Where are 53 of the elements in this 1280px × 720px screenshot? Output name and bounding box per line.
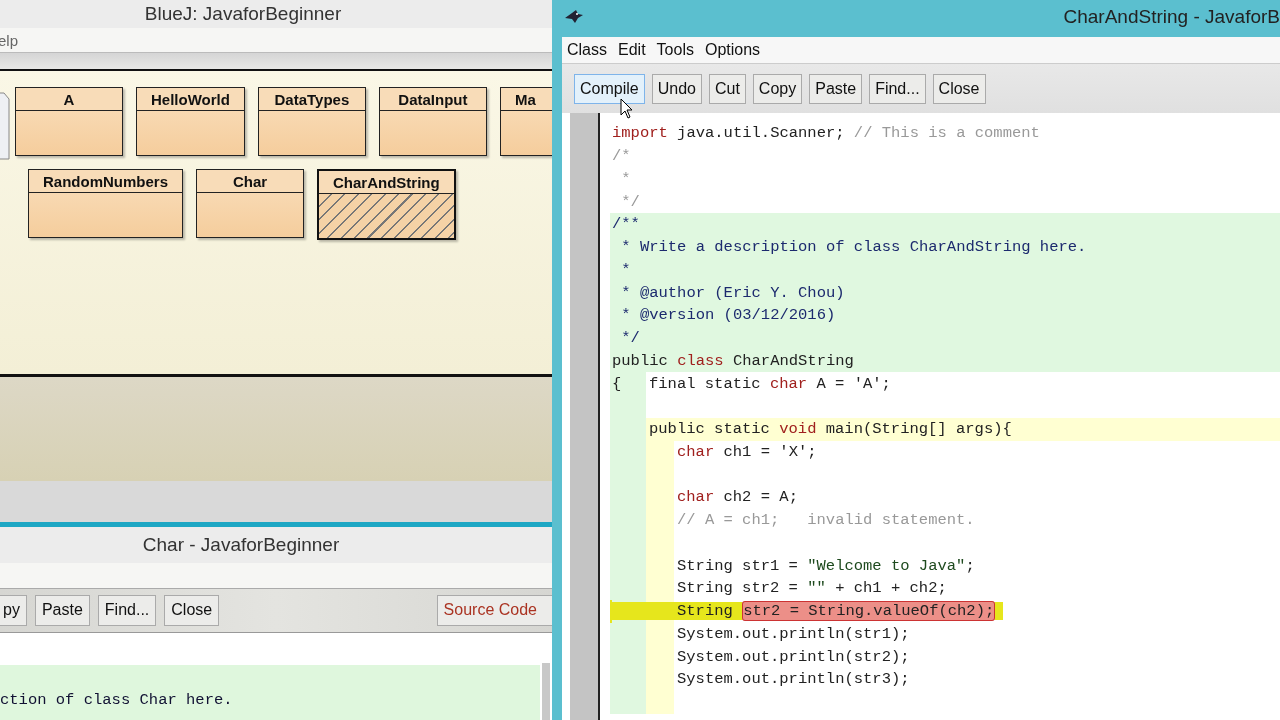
toolbar-button[interactable]: Paste xyxy=(809,73,863,104)
readme-note-icon xyxy=(0,91,10,161)
toolbar-button[interactable]: Undo xyxy=(651,73,702,104)
toolbar-button[interactable]: Compile xyxy=(574,73,645,104)
code-line: import java.util.Scanner; // This is a comment xyxy=(612,124,1040,143)
code-line: * Write a description of class CharAndString here. xyxy=(620,238,1087,257)
class-box[interactable]: Ma xyxy=(499,87,552,156)
code-line: public class CharAndString xyxy=(612,351,854,370)
code-line: String str1 = "Welcome to Java"; xyxy=(677,556,975,575)
window-title: BlueJ: JavaforBeginner xyxy=(144,3,342,25)
class-box[interactable]: Char xyxy=(196,169,305,238)
window-title: Char - JavaforBeginner xyxy=(142,534,340,557)
view-selector[interactable]: Source Code xyxy=(436,594,552,626)
menu-item[interactable]: Tools xyxy=(656,41,694,59)
toolbar-button[interactable]: Close xyxy=(164,594,220,626)
code-line: * xyxy=(620,260,631,279)
code-line: * @author (Eric Y. Chou) xyxy=(620,283,845,302)
code-line: */ xyxy=(620,192,640,211)
code-line: /* xyxy=(612,147,631,166)
menu-item[interactable]: Edit xyxy=(618,41,646,59)
class-box[interactable]: A xyxy=(15,87,123,156)
class-box[interactable]: DataTypes xyxy=(257,87,366,156)
code-line: System.out.println(str3); xyxy=(677,670,910,689)
code-line: * @version (03/12/2016) xyxy=(620,306,836,325)
code-line: final static char A = 'A'; xyxy=(649,374,891,393)
code-line: */ xyxy=(620,329,640,348)
scrollbar[interactable] xyxy=(542,663,550,720)
class-box[interactable]: CharAndString xyxy=(317,169,456,240)
class-box[interactable]: RandomNumbers xyxy=(28,169,184,238)
code-line: char ch2 = A; xyxy=(677,488,798,507)
code-line: /** xyxy=(612,215,640,234)
code-line: ction of class Char here. xyxy=(0,691,233,709)
class-box[interactable]: DataInput xyxy=(378,87,487,156)
code-line: char ch1 = 'X'; xyxy=(677,442,817,461)
toolbar-button[interactable]: Cut xyxy=(708,73,746,104)
toolbar-button[interactable]: Find... xyxy=(97,594,157,626)
code-line: public static void main(String[] args){ xyxy=(649,420,1012,439)
menu-item[interactable]: Options xyxy=(704,41,761,59)
class-box[interactable]: HelloWorld xyxy=(136,87,245,156)
code-line: // A = ch1; invalid statement. xyxy=(677,511,975,530)
toolbar-button[interactable]: Paste xyxy=(34,594,90,626)
toolbar-button[interactable]: Close xyxy=(932,73,986,104)
code-line: System.out.println(str1); xyxy=(677,624,910,643)
menu-item[interactable]: Class xyxy=(567,41,607,59)
code-line: String str2 = "" + ch1 + ch2; xyxy=(677,579,947,598)
bird-icon xyxy=(564,9,584,25)
toolbar-button[interactable]: py xyxy=(0,594,27,626)
code-line: System.out.println(str2); xyxy=(677,647,910,666)
code-line: * xyxy=(620,169,631,188)
toolbar-button[interactable]: Copy xyxy=(752,73,803,104)
window-title: CharAndString - JavaforB xyxy=(1063,6,1280,28)
toolbar-button[interactable]: Find... xyxy=(869,73,926,104)
code-brace: { xyxy=(612,374,622,393)
